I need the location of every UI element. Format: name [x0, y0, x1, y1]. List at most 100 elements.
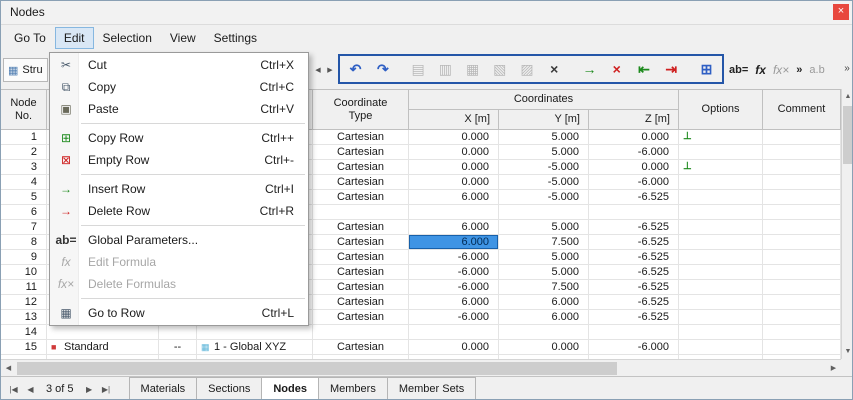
- scroll-left-icon[interactable]: ◀: [1, 361, 16, 376]
- cell-coordinate-type[interactable]: Cartesian: [313, 265, 409, 280]
- toolbar-scroll-right-button[interactable]: ▶: [324, 59, 336, 81]
- tab-member-sets[interactable]: Member Sets: [386, 377, 477, 399]
- menubar-item-go-to[interactable]: Go To: [5, 27, 55, 49]
- cell-comment[interactable]: [763, 250, 841, 265]
- clear-table-icon[interactable]: ×: [543, 57, 566, 81]
- cell-options[interactable]: [679, 235, 763, 250]
- cell-node-type[interactable]: [47, 325, 159, 340]
- cell-y[interactable]: 5.000: [499, 220, 589, 235]
- column-header-x[interactable]: X [m]: [409, 110, 499, 130]
- cell-comment[interactable]: [763, 310, 841, 325]
- vertical-scrollbar[interactable]: ▲ ▼: [841, 89, 852, 359]
- edit-menu-item-empty-row[interactable]: ⊠ Empty Row Ctrl+-: [50, 149, 308, 171]
- cell-coordinate-type[interactable]: Cartesian: [313, 340, 409, 355]
- cell-comment[interactable]: [763, 145, 841, 160]
- edit-menu-item-copy[interactable]: ⧉ Copy Ctrl+C: [50, 76, 308, 98]
- cell-x[interactable]: -6.000: [409, 280, 499, 295]
- cell-coordinate-type[interactable]: Cartesian: [313, 235, 409, 250]
- tab-nodes[interactable]: Nodes: [261, 377, 319, 399]
- cell-coordinate-type[interactable]: Cartesian: [313, 295, 409, 310]
- cell-comment[interactable]: [763, 205, 841, 220]
- cell-node-no[interactable]: 15: [1, 340, 47, 355]
- next-table-button[interactable]: ▶: [81, 379, 98, 399]
- edit-formula-icon[interactable]: fx: [755, 63, 766, 77]
- cell-y[interactable]: 5.000: [499, 130, 589, 145]
- cell-y[interactable]: [499, 325, 589, 340]
- cell-coordinate-type[interactable]: Cartesian: [313, 220, 409, 235]
- cell-options[interactable]: [679, 295, 763, 310]
- close-button[interactable]: ×: [833, 4, 849, 20]
- cell-z[interactable]: -6.525: [589, 250, 679, 265]
- scroll-up-icon[interactable]: ▲: [842, 89, 852, 104]
- cell-comment[interactable]: [763, 175, 841, 190]
- cell-x[interactable]: [409, 205, 499, 220]
- cell-x[interactable]: 6.000: [409, 235, 499, 250]
- cell-node-no[interactable]: 7: [1, 220, 47, 235]
- cell-reference-node[interactable]: --: [159, 340, 197, 355]
- cell-options[interactable]: ⊥: [679, 160, 763, 175]
- cell-node-no[interactable]: 2: [1, 145, 47, 160]
- cell-x[interactable]: 6.000: [409, 295, 499, 310]
- cell-coordinate-type[interactable]: [313, 205, 409, 220]
- cell-y[interactable]: 5.000: [499, 250, 589, 265]
- last-table-button[interactable]: ▶|: [98, 379, 115, 399]
- cell-options[interactable]: [679, 250, 763, 265]
- cell-x[interactable]: 6.000: [409, 190, 499, 205]
- cell-options[interactable]: [679, 280, 763, 295]
- cell-z[interactable]: 0.000: [589, 130, 679, 145]
- cell-comment[interactable]: [763, 280, 841, 295]
- previous-table-button[interactable]: ◀: [22, 379, 39, 399]
- cell-options[interactable]: [679, 175, 763, 190]
- cell-x[interactable]: 6.000: [409, 220, 499, 235]
- edit-menu-item-delete-row[interactable]: → Delete Row Ctrl+R: [50, 200, 308, 222]
- column-header-z[interactable]: Z [m]: [589, 110, 679, 130]
- cell-y[interactable]: -5.000: [499, 190, 589, 205]
- cell-comment[interactable]: [763, 130, 841, 145]
- cell-coordinate-type[interactable]: Cartesian: [313, 190, 409, 205]
- import-row-icon[interactable]: →: [578, 57, 601, 81]
- cell-coordinate-type[interactable]: Cartesian: [313, 160, 409, 175]
- cell-comment[interactable]: [763, 220, 841, 235]
- cell-options[interactable]: [679, 325, 763, 340]
- cell-z[interactable]: -6.000: [589, 340, 679, 355]
- cell-node-no[interactable]: 12: [1, 295, 47, 310]
- cell-comment[interactable]: [763, 340, 841, 355]
- toolbar-overflow-button[interactable]: »: [841, 59, 852, 79]
- cell-node-no[interactable]: 6: [1, 205, 47, 220]
- menubar-item-selection[interactable]: Selection: [94, 27, 161, 49]
- cell-coordinate-type[interactable]: Cartesian: [313, 130, 409, 145]
- cell-options[interactable]: [679, 265, 763, 280]
- cell-node-no[interactable]: 13: [1, 310, 47, 325]
- cell-y[interactable]: 7.500: [499, 235, 589, 250]
- cell-x[interactable]: -6.000: [409, 250, 499, 265]
- cell-y[interactable]: 5.000: [499, 145, 589, 160]
- cell-x[interactable]: 0.000: [409, 175, 499, 190]
- cell-node-type[interactable]: ■ Standard: [47, 340, 159, 355]
- cell-z[interactable]: -6.525: [589, 265, 679, 280]
- edit-menu-item-copy-row[interactable]: ⊞ Copy Row Ctrl++: [50, 127, 308, 149]
- cell-y[interactable]: -5.000: [499, 160, 589, 175]
- cell-z[interactable]: -6.525: [589, 190, 679, 205]
- cell-x[interactable]: 0.000: [409, 130, 499, 145]
- edit-menu-item-cut[interactable]: ✂ Cut Ctrl+X: [50, 54, 308, 76]
- cell-y[interactable]: 6.000: [499, 295, 589, 310]
- cell-options[interactable]: [679, 145, 763, 160]
- cell-z[interactable]: [589, 325, 679, 340]
- cell-z[interactable]: -6.000: [589, 175, 679, 190]
- scroll-down-icon[interactable]: ▼: [842, 344, 852, 359]
- first-table-button[interactable]: |◀: [5, 379, 22, 399]
- cell-x[interactable]: -6.000: [409, 265, 499, 280]
- cell-node-no[interactable]: 10: [1, 265, 47, 280]
- edit-menu-item-global-parameters[interactable]: ab= Global Parameters...: [50, 229, 308, 251]
- cell-z[interactable]: -6.525: [589, 280, 679, 295]
- cell-options[interactable]: [679, 205, 763, 220]
- cell-options[interactable]: ⊥: [679, 130, 763, 145]
- cell-node-no[interactable]: 4: [1, 175, 47, 190]
- cell-options[interactable]: [679, 220, 763, 235]
- cell-y[interactable]: -5.000: [499, 175, 589, 190]
- edit-menu-item-insert-row[interactable]: → Insert Row Ctrl+I: [50, 178, 308, 200]
- cell-x[interactable]: -6.000: [409, 310, 499, 325]
- cell-coordinate-system[interactable]: [197, 325, 313, 340]
- cell-coordinate-type[interactable]: Cartesian: [313, 280, 409, 295]
- cell-z[interactable]: -6.525: [589, 310, 679, 325]
